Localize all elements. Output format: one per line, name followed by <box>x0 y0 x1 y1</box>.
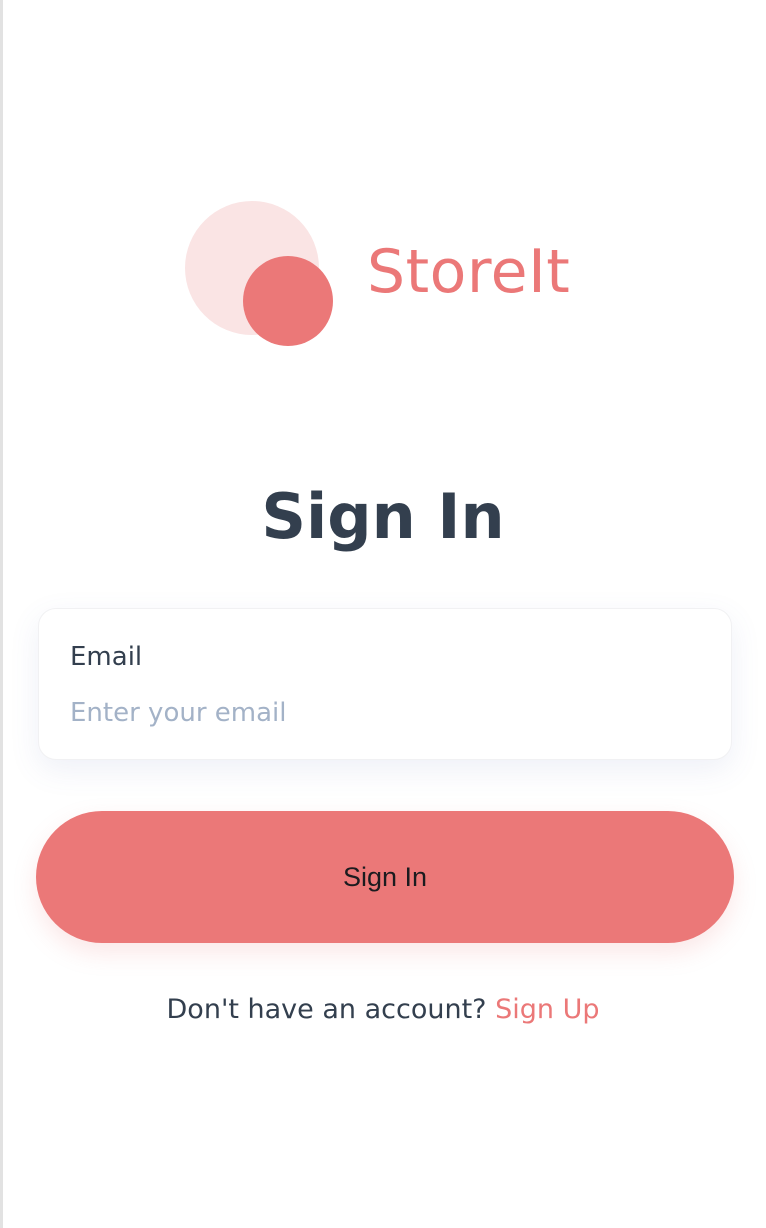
two-circles-logo-icon <box>184 200 334 346</box>
window-left-border <box>0 0 3 1228</box>
sign-in-button-label: Sign In <box>342 862 428 892</box>
email-label: Email <box>70 642 143 672</box>
sign-in-button[interactable]: Sign In <box>36 811 734 943</box>
signup-prompt-text: Don't have an account? <box>166 994 487 1025</box>
page-title: Sign In <box>261 480 505 553</box>
brand-name: StoreIt <box>367 237 571 307</box>
email-input[interactable] <box>70 693 690 733</box>
logo-circle-small <box>243 256 333 346</box>
signup-prompt: Don't have an account? Sign Up <box>0 990 766 1030</box>
sign-up-link[interactable]: Sign Up <box>495 994 599 1025</box>
brand-logo: StoreIt <box>184 200 604 350</box>
email-field-card[interactable]: Email <box>38 608 732 760</box>
